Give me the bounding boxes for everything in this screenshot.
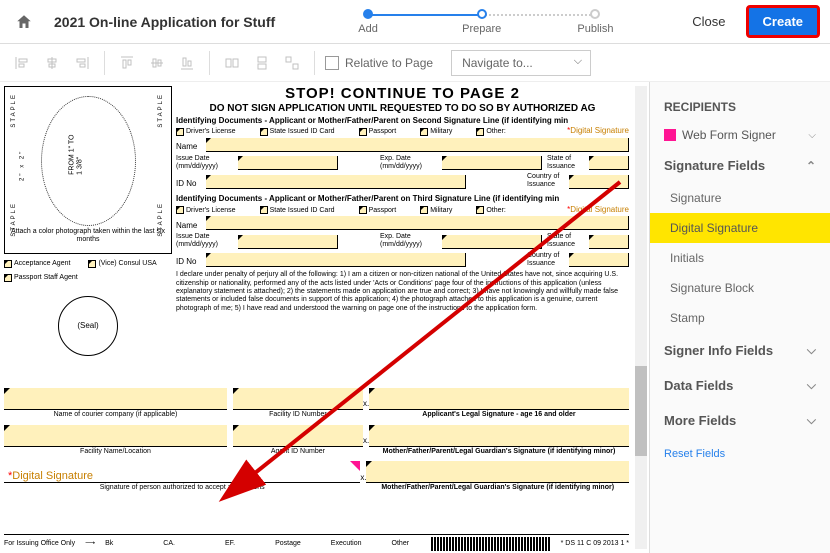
- match-width-icon[interactable]: [220, 51, 244, 75]
- create-button[interactable]: Create: [746, 5, 820, 38]
- staple-label: STAPLE: [158, 202, 165, 237]
- align-left-icon[interactable]: [10, 51, 34, 75]
- field-resize-handle[interactable]: [350, 461, 360, 471]
- document-footer: For Issuing Office Only⟶ Bk CA. EF. Post…: [4, 534, 629, 551]
- navigate-dropdown[interactable]: Navigate to...: [451, 50, 591, 76]
- barcode: [431, 537, 551, 551]
- state-field[interactable]: [589, 156, 629, 170]
- vertical-scrollbar[interactable]: [635, 86, 647, 549]
- chevron-down-icon: ⌵: [807, 378, 816, 393]
- issue-date-field[interactable]: [238, 156, 338, 170]
- align-middle-icon[interactable]: [145, 51, 169, 75]
- exp-date-field[interactable]: [442, 156, 542, 170]
- agent-id-field[interactable]: [233, 425, 363, 447]
- issue-date-field-3[interactable]: [238, 235, 338, 249]
- document-canvas[interactable]: STAPLE STAPLE STAPLE STAPLE 2" x 2" FROM…: [0, 82, 650, 553]
- field-type-signature[interactable]: Signature: [650, 183, 830, 213]
- staple-label: STAPLE: [158, 93, 165, 128]
- country-field-3[interactable]: [569, 253, 629, 267]
- chevron-down-icon: ⌵: [807, 413, 816, 428]
- name-field[interactable]: [206, 138, 629, 152]
- align-top-icon[interactable]: [115, 51, 139, 75]
- exp-date-field-3[interactable]: [442, 235, 542, 249]
- guardian-signature-field-1[interactable]: x.: [369, 425, 629, 447]
- align-right-icon[interactable]: [70, 51, 94, 75]
- seal-circle: (Seal): [58, 296, 118, 356]
- recipient-color-swatch: [664, 129, 676, 141]
- courier-field[interactable]: [4, 388, 227, 410]
- align-center-h-icon[interactable]: [40, 51, 64, 75]
- country-field[interactable]: [569, 175, 629, 189]
- warning-text: DO NOT SIGN APPLICATION UNTIL REQUESTED …: [176, 103, 629, 114]
- match-both-icon[interactable]: [280, 51, 304, 75]
- id-section-3: Identifying Documents - Applicant or Mot…: [176, 195, 629, 204]
- field-type-digital-signature[interactable]: Digital Signature: [650, 213, 830, 243]
- idno-field-3[interactable]: [206, 253, 466, 267]
- signer-info-section[interactable]: Signer Info Fields ⌵: [650, 333, 830, 368]
- relative-to-page-toggle[interactable]: Relative to Page: [325, 56, 433, 70]
- digital-signature-marker: Digital Signature: [567, 206, 629, 215]
- scrollbar-thumb[interactable]: [635, 366, 647, 456]
- reset-fields-link[interactable]: Reset Fields: [650, 438, 830, 470]
- checkbox-icon: [325, 56, 339, 70]
- match-height-icon[interactable]: [250, 51, 274, 75]
- progress-steps: Add Prepare Publish: [291, 9, 672, 35]
- staple-label: STAPLE: [11, 93, 18, 128]
- more-fields-section[interactable]: More Fields ⌵: [650, 403, 830, 438]
- name-field-3[interactable]: [206, 216, 629, 230]
- field-type-stamp[interactable]: Stamp: [650, 303, 830, 333]
- guardian-signature-field-2[interactable]: x.: [366, 461, 629, 483]
- align-bottom-icon[interactable]: [175, 51, 199, 75]
- state-field-3[interactable]: [589, 235, 629, 249]
- size-label: 2" x 2": [19, 150, 26, 181]
- chevron-down-icon: ⌵: [807, 343, 816, 358]
- chevron-down-icon: ⌵: [808, 130, 816, 141]
- id-section-2: Identifying Documents - Applicant or Mot…: [176, 117, 629, 126]
- recipient-row[interactable]: Web Form Signer ⌵: [650, 122, 830, 148]
- declaration-text: I declare under penalty of perjury all o…: [176, 271, 629, 313]
- signature-fields-section[interactable]: Signature Fields ⌃: [650, 148, 830, 183]
- photo-caption: Attach a color photograph taken within t…: [5, 228, 171, 243]
- stop-heading: STOP! CONTINUE TO PAGE 2: [176, 86, 629, 103]
- field-type-initials[interactable]: Initials: [650, 243, 830, 273]
- idno-field[interactable]: [206, 175, 466, 189]
- close-button[interactable]: Close: [680, 8, 737, 35]
- facility-name-field[interactable]: [4, 425, 227, 447]
- page-title: 2021 On-line Application for Stuff: [46, 14, 283, 30]
- recipients-heading: RECIPIENTS: [650, 92, 830, 122]
- chevron-up-icon: ⌃: [806, 159, 816, 173]
- digital-signature-marker: Digital Signature: [567, 127, 629, 136]
- home-icon[interactable]: [10, 8, 38, 36]
- field-type-signature-block[interactable]: Signature Block: [650, 273, 830, 303]
- data-fields-section[interactable]: Data Fields ⌵: [650, 368, 830, 403]
- applicant-signature-field[interactable]: x.: [369, 388, 629, 410]
- staple-label: STAPLE: [11, 202, 18, 237]
- digital-signature-placed-field[interactable]: Digital Signature: [4, 461, 360, 483]
- facility-id-field[interactable]: [233, 388, 363, 410]
